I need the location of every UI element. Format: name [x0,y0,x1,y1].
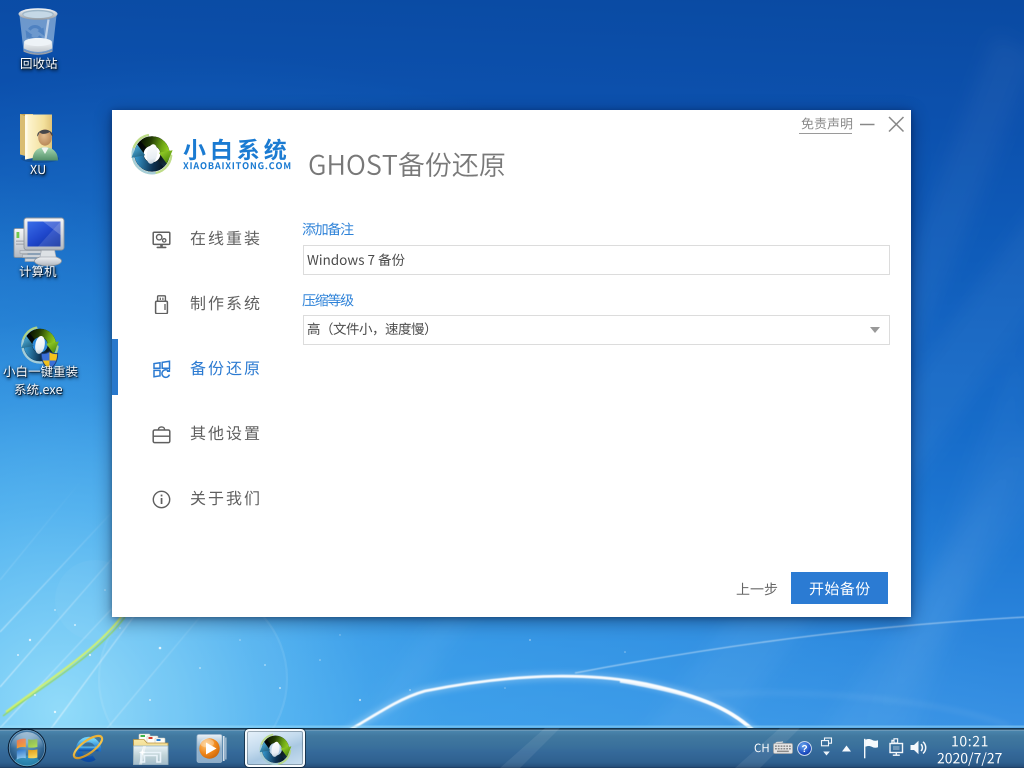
svg-text:?: ? [801,744,807,755]
